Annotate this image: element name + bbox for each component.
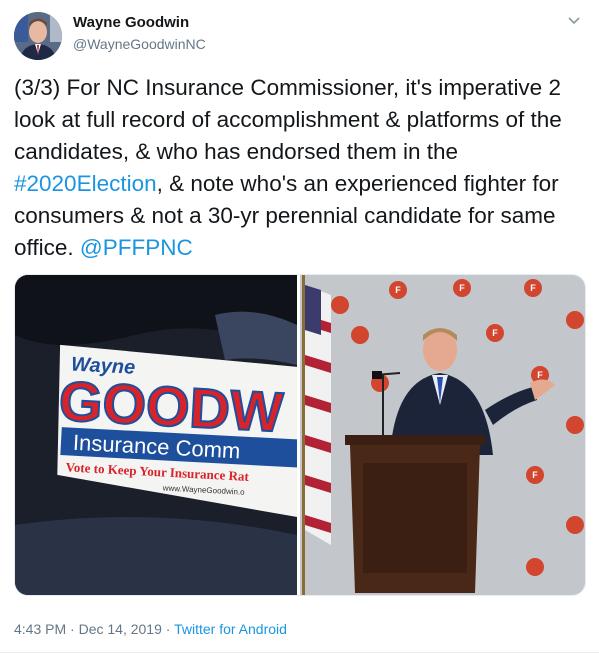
tweet-time[interactable]: 4:43 PM — [14, 621, 66, 637]
media-grid: Wayne GOODW Insurance Comm Vote to Keep … — [14, 274, 586, 596]
mention-link[interactable]: @PFFPNC — [80, 235, 193, 260]
tweet-source-link[interactable]: Twitter for Android — [174, 621, 287, 637]
hashtag-link[interactable]: #2020Election — [14, 171, 157, 196]
tweet-text-part: (3/3) For NC Insurance Commissioner, it'… — [14, 75, 562, 164]
emblem-letter: F — [530, 283, 536, 293]
tweet-meta: 4:43 PM · Dec 14, 2019 · Twitter for And… — [14, 621, 287, 637]
author-handle[interactable]: @WayneGoodwinNC — [73, 36, 206, 52]
author-name[interactable]: Wayne Goodwin — [73, 14, 189, 31]
tweet-card: Wayne Goodwin @WayneGoodwinNC (3/3) For … — [0, 0, 599, 661]
meta-separator: · — [66, 621, 79, 637]
avatar[interactable] — [14, 12, 62, 60]
emblem-letter: F — [492, 328, 498, 338]
meta-separator: · — [161, 621, 175, 637]
tweet-date[interactable]: Dec 14, 2019 — [79, 621, 162, 637]
emblem-letter: F — [459, 283, 465, 293]
divider — [0, 652, 599, 653]
emblem-letter: F — [395, 285, 401, 295]
chevron-down-icon[interactable] — [566, 14, 582, 28]
emblem-letter: F — [537, 370, 543, 380]
photo-podium-speaker[interactable]: F F F F F F — [300, 275, 585, 595]
tweet-text: (3/3) For NC Insurance Commissioner, it'… — [14, 72, 586, 264]
emblem-letter: F — [532, 470, 538, 480]
photo-campaign-sign[interactable]: Wayne GOODW Insurance Comm Vote to Keep … — [15, 275, 316, 595]
